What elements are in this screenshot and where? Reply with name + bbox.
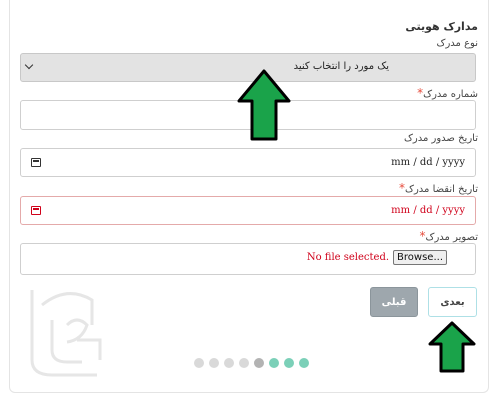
issue-date-value: mm / dd / yyyy [391, 157, 465, 168]
step-dot-done [269, 358, 279, 368]
doc-image-file-input[interactable]: No file selected. Browse... [20, 243, 476, 275]
step-dot [209, 358, 219, 368]
doc-type-selected: یک مورد را انتخاب کنید [293, 61, 389, 72]
doc-number-label-text: شماره مدرک [423, 89, 478, 100]
arrow-up-icon [237, 69, 291, 141]
calendar-icon[interactable] [31, 206, 41, 215]
prev-button[interactable]: قبلی [370, 287, 418, 317]
file-status-text: No file selected. [306, 252, 390, 263]
step-dot [239, 358, 249, 368]
doc-image-label-text: تصویر مدرک [425, 232, 479, 243]
issue-date-label: تاریخ صدور مدرک [403, 133, 478, 144]
next-button[interactable]: بعدی [428, 287, 477, 317]
step-dot-done [284, 358, 294, 368]
watermark-logo [30, 290, 102, 377]
doc-number-label: شماره مدرک* [417, 86, 478, 100]
step-dot-current [254, 358, 264, 368]
doc-type-label: نوع مدرک [436, 38, 478, 49]
section-title: مدارک هویتی [405, 20, 478, 33]
step-dot-done [299, 358, 309, 368]
step-dot [224, 358, 234, 368]
expiry-date-label: تاریخ انقضا مدرک* [399, 181, 478, 195]
expiry-date-input[interactable]: mm / dd / yyyy [20, 196, 476, 225]
browse-button[interactable]: Browse... [393, 250, 447, 265]
doc-image-label: تصویر مدرک* [420, 229, 479, 243]
calendar-icon[interactable] [31, 158, 41, 167]
expiry-date-label-text: تاریخ انقضا مدرک [405, 184, 478, 195]
expiry-date-value: mm / dd / yyyy [391, 205, 465, 216]
chevron-down-icon [24, 60, 34, 70]
step-dot [194, 358, 204, 368]
step-indicator [194, 358, 309, 368]
issue-date-input[interactable]: mm / dd / yyyy [20, 148, 476, 177]
arrow-up-icon [428, 321, 476, 373]
